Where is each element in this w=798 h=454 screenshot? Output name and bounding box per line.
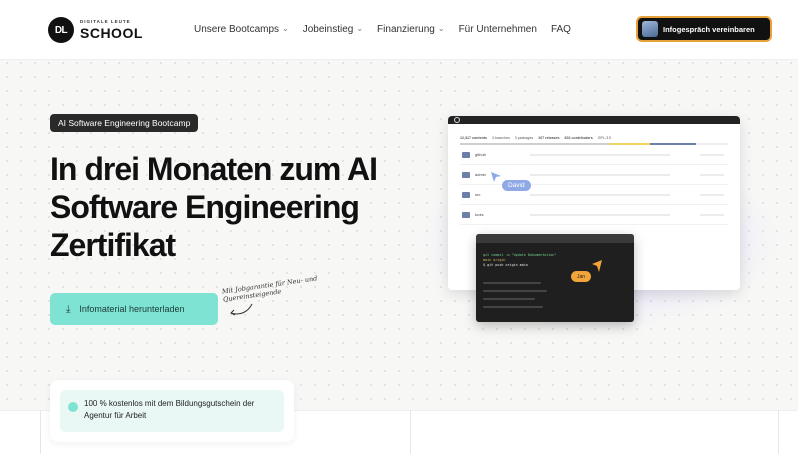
nav-item-label: Jobeinstieg: [302, 24, 354, 35]
folder-icon: [462, 152, 470, 158]
cursor-icon: [491, 172, 501, 182]
cursor-label-david: David: [502, 180, 531, 191]
folder-row: tools: [460, 205, 728, 225]
logo[interactable]: DL DIGITALE LEUTE SCHOOL: [48, 17, 143, 43]
column-divider: [410, 410, 411, 454]
funding-info-text: 100 % kostenlos mit dem Bildungsgutschei…: [84, 399, 255, 420]
avatar: [642, 21, 658, 37]
folder-row: src: [460, 185, 728, 205]
browser-titlebar: [448, 116, 740, 124]
folder-icon: [462, 172, 470, 178]
chevron-down-icon: ⌄: [282, 24, 289, 33]
nav-item-jobeinstieg[interactable]: Jobeinstieg ⌄: [303, 24, 363, 35]
nav-item-label: Für Unternehmen: [458, 24, 537, 35]
nav-item-bootcamps[interactable]: Unsere Bootcamps ⌄: [194, 24, 289, 35]
logo-name: SCHOOL: [80, 24, 143, 41]
cursor-icon: [592, 260, 602, 272]
funding-info-card: 100 % kostenlos mit dem Bildungsgutschei…: [50, 380, 294, 442]
chevron-down-icon: ⌄: [356, 24, 364, 33]
folder-name: tools: [475, 212, 484, 217]
bootcamp-tag: AI Software Engineering Bootcamp: [50, 114, 199, 132]
repo-stat: 3 branches: [491, 136, 510, 140]
logo-badge: DL: [48, 17, 74, 43]
nav-item-label: Finanzierung: [377, 24, 435, 35]
top-navigation: DL DIGITALE LEUTE SCHOOL Unsere Bootcamp…: [0, 0, 798, 60]
nav-item-finanzierung[interactable]: Finanzierung ⌄: [377, 24, 445, 35]
nav-menu: Unsere Bootcamps ⌄ Jobeinstieg ⌄ Finanzier…: [194, 24, 571, 35]
folder-name: github: [475, 152, 486, 157]
page-background: DL DIGITALE LEUTE SCHOOL Unsere Bootcamp…: [0, 0, 798, 454]
nav-item-unternehmen[interactable]: Für Unternehmen: [459, 24, 537, 35]
repo-stat: 3 packages: [514, 136, 534, 140]
repo-stat: 107 releases: [538, 136, 560, 140]
cursor-label-jan: Jan: [571, 271, 591, 282]
folder-name: admin: [475, 172, 486, 177]
column-divider: [40, 410, 41, 454]
chevron-down-icon: ⌄: [437, 24, 445, 33]
download-label: Infomaterial herunterladen: [79, 304, 185, 314]
download-icon: ⤓: [66, 303, 71, 315]
logo-wordmark: DIGITALE LEUTE SCHOOL: [80, 20, 143, 40]
column-divider: [778, 410, 779, 454]
terminal-mockup: git commit -m "Update Dokumentation" mai…: [476, 234, 634, 322]
folder-icon: [462, 212, 470, 218]
cta-label: Infogespräch vereinbaren: [663, 24, 755, 34]
folder-icon: [462, 192, 470, 198]
terminal-line: $ git push origin main: [483, 263, 528, 267]
repo-stat: 12,317 contents: [460, 136, 487, 140]
info-icon: [68, 402, 78, 412]
folder-row: github: [460, 145, 728, 165]
funding-info-box: 100 % kostenlos mit dem Bildungsgutschei…: [60, 390, 284, 432]
curved-arrow-icon: [230, 303, 253, 316]
nav-item-label: Unsere Bootcamps: [194, 24, 280, 35]
handwritten-note: Mit Jobgarantie für Neu- und Quereinstei…: [221, 274, 318, 304]
download-info-button[interactable]: ⤓ Infomaterial herunterladen: [50, 293, 218, 325]
nav-item-label: FAQ: [550, 24, 571, 35]
folder-name: src: [475, 192, 481, 197]
github-icon: [454, 117, 460, 123]
repo-stats: 12,317 contents 3 branches 3 packages 10…: [448, 124, 740, 143]
repo-stat: 602 contributors: [564, 136, 593, 140]
page-title: In drei Monaten zum AI Software Engineer…: [50, 151, 378, 263]
repo-stat: GPL-3.0: [597, 136, 612, 140]
book-consultation-button[interactable]: Infogespräch vereinbaren: [636, 16, 772, 42]
terminal-titlebar: [476, 234, 634, 243]
nav-item-faq[interactable]: FAQ: [551, 24, 571, 35]
